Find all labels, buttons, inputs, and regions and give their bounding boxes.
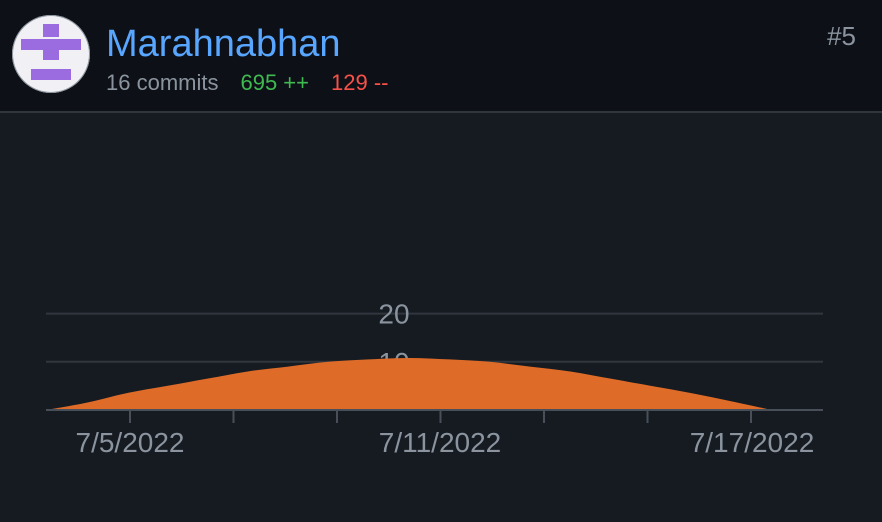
identicon-icon bbox=[21, 24, 81, 80]
identicon-block bbox=[21, 39, 81, 50]
y-tick-label: 20 bbox=[378, 299, 409, 330]
commits-count[interactable]: 16 commits bbox=[106, 70, 218, 95]
contributor-card: Marahnabhan #5 16 commits695 ++129 -- 10… bbox=[0, 0, 882, 522]
commits-area bbox=[46, 357, 772, 410]
identicon-block bbox=[43, 50, 59, 60]
avatar[interactable] bbox=[12, 15, 90, 93]
commit-activity-chart: 1020 7/5/20227/11/20227/17/2022 bbox=[46, 299, 823, 458]
deletions-count: 129 -- bbox=[331, 70, 389, 95]
x-tick-label: 7/5/2022 bbox=[76, 427, 185, 458]
identicon-block bbox=[31, 69, 71, 80]
contributor-name-link[interactable]: Marahnabhan bbox=[106, 22, 341, 66]
card-header: Marahnabhan #5 16 commits 695 ++ 129 -- bbox=[0, 0, 882, 113]
additions-count: 695 ++ bbox=[240, 70, 309, 95]
rank-badge: #5 bbox=[827, 21, 856, 51]
x-tick-label: 7/17/2022 bbox=[690, 427, 815, 458]
contribution-stats: 16 commits 695 ++ 129 -- bbox=[106, 69, 388, 97]
identicon-block bbox=[43, 24, 59, 37]
x-tick-label: 7/11/2022 bbox=[379, 427, 502, 458]
